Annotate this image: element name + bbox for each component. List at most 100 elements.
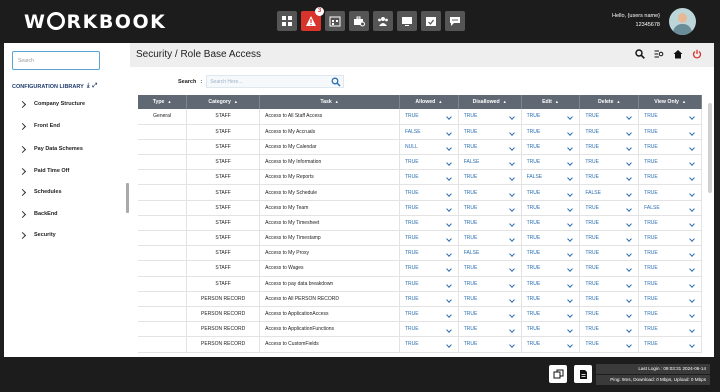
chevron-down-icon[interactable] xyxy=(689,175,695,182)
cell-allowed[interactable]: TRUE xyxy=(399,260,459,277)
sort-icon[interactable]: ▲ xyxy=(555,99,559,104)
filter-list-icon[interactable] xyxy=(654,49,664,59)
power-icon[interactable] xyxy=(692,49,702,59)
chevron-down-icon[interactable] xyxy=(689,297,695,303)
chevron-down-icon[interactable] xyxy=(689,281,695,288)
cell-disallowed[interactable]: TRUE xyxy=(458,230,522,247)
chevron-down-icon[interactable] xyxy=(567,327,574,334)
avatar[interactable] xyxy=(669,8,696,35)
sort-icon[interactable]: ▲ xyxy=(503,99,507,104)
chevron-down-icon[interactable] xyxy=(567,175,574,182)
chevron-down-icon[interactable] xyxy=(626,236,632,242)
search-icon[interactable] xyxy=(331,77,341,87)
chevron-down-icon[interactable] xyxy=(689,160,695,166)
cell-allowed[interactable]: TRUE xyxy=(399,276,459,292)
cell-allowed[interactable]: TRUE xyxy=(399,321,459,338)
cell-allowed[interactable]: TRUE xyxy=(399,184,459,201)
chevron-down-icon[interactable] xyxy=(508,221,515,227)
chevron-down-icon[interactable] xyxy=(689,145,695,151)
cell-allowed[interactable]: TRUE xyxy=(399,336,459,353)
cell-disallowed[interactable]: FALSE xyxy=(458,245,522,262)
cell-allowed[interactable]: TRUE xyxy=(399,245,459,262)
cell-edit[interactable]: TRUE xyxy=(521,230,581,247)
cell-allowed[interactable]: TRUE xyxy=(399,169,459,186)
column-header-type[interactable]: Type ▲ xyxy=(138,95,188,109)
cell-delete[interactable]: TRUE xyxy=(579,336,640,353)
workbook-logo[interactable]: W RKBOOK xyxy=(24,11,166,33)
cell-allowed[interactable]: TRUE xyxy=(399,109,459,125)
cell-disallowed[interactable]: TRUE xyxy=(458,184,522,201)
chevron-down-icon[interactable] xyxy=(689,327,695,334)
briefcase-gear-icon[interactable] xyxy=(349,11,369,31)
chevron-down-icon[interactable] xyxy=(445,114,452,121)
chevron-down-icon[interactable] xyxy=(567,160,574,166)
cell-edit[interactable]: TRUE xyxy=(521,321,581,338)
chevron-down-icon[interactable] xyxy=(508,114,515,121)
cell-disallowed[interactable]: TRUE xyxy=(458,306,522,323)
chevron-down-icon[interactable] xyxy=(445,175,452,182)
cell-edit[interactable]: TRUE xyxy=(521,124,581,140)
chat-icon[interactable] xyxy=(445,11,465,31)
chevron-down-icon[interactable] xyxy=(567,251,574,258)
cell-delete[interactable]: TRUE xyxy=(579,276,640,292)
sort-icon[interactable]: ▲ xyxy=(234,99,238,104)
cell-edit[interactable]: TRUE xyxy=(521,109,581,125)
chevron-down-icon[interactable] xyxy=(626,145,632,151)
cell-disallowed[interactable]: TRUE xyxy=(458,260,522,277)
cell-edit[interactable]: TRUE xyxy=(521,245,581,262)
cell-view-only[interactable]: TRUE xyxy=(638,336,702,353)
cell-allowed[interactable]: NULL xyxy=(399,139,459,156)
sidebar-item-company-structure[interactable]: Company Structure xyxy=(18,100,85,108)
cell-delete[interactable]: TRUE xyxy=(579,230,640,247)
chevron-down-icon[interactable] xyxy=(689,236,695,242)
cell-edit[interactable]: TRUE xyxy=(521,260,581,277)
cell-delete[interactable]: TRUE xyxy=(579,215,640,232)
chevron-down-icon[interactable] xyxy=(445,312,452,318)
column-header-view-only[interactable]: View Only ▲ xyxy=(638,95,702,109)
calendar-grid-icon[interactable] xyxy=(325,11,345,31)
chevron-down-icon[interactable] xyxy=(508,175,515,182)
cell-allowed[interactable]: TRUE xyxy=(399,291,459,307)
cell-view-only[interactable]: TRUE xyxy=(638,276,702,292)
cell-allowed[interactable]: FALSE xyxy=(399,124,459,140)
cell-disallowed[interactable]: TRUE xyxy=(458,200,522,216)
chevron-down-icon[interactable] xyxy=(626,205,632,212)
chevron-down-icon[interactable] xyxy=(689,221,695,227)
chevron-down-icon[interactable] xyxy=(508,297,515,303)
sidebar-search-input[interactable]: Search xyxy=(12,51,100,70)
column-header-edit[interactable]: Edit ▲ xyxy=(521,95,581,109)
chevron-down-icon[interactable] xyxy=(567,129,574,136)
chevron-down-icon[interactable] xyxy=(567,236,574,242)
chevron-down-icon[interactable] xyxy=(445,160,452,166)
chevron-down-icon[interactable] xyxy=(567,205,574,212)
expand-icon[interactable]: ⤢ xyxy=(92,83,97,90)
team-icon[interactable] xyxy=(373,11,393,31)
chevron-down-icon[interactable] xyxy=(508,342,515,349)
cell-delete[interactable]: TRUE xyxy=(579,291,640,307)
chevron-down-icon[interactable] xyxy=(626,175,632,182)
chevron-down-icon[interactable] xyxy=(567,114,574,121)
column-header-allowed[interactable]: Allowed ▲ xyxy=(399,95,459,109)
chevron-down-icon[interactable] xyxy=(626,342,632,349)
sidebar-item-schedules[interactable]: Schedules xyxy=(18,188,62,196)
cell-allowed[interactable]: TRUE xyxy=(399,154,459,171)
cell-view-only[interactable]: TRUE xyxy=(638,321,702,338)
cell-delete[interactable]: TRUE xyxy=(579,139,640,156)
column-header-disallowed[interactable]: Disallowed ▲ xyxy=(458,95,522,109)
table-scrollbar[interactable] xyxy=(708,103,712,193)
chevron-down-icon[interactable] xyxy=(689,342,695,349)
chevron-down-icon[interactable] xyxy=(567,145,574,151)
chevron-down-icon[interactable] xyxy=(445,236,452,242)
chevron-down-icon[interactable] xyxy=(567,342,574,349)
cell-view-only[interactable]: FALSE xyxy=(638,200,702,216)
chevron-down-icon[interactable] xyxy=(445,342,452,349)
chevron-down-icon[interactable] xyxy=(508,205,515,212)
cell-disallowed[interactable]: FALSE xyxy=(458,154,522,171)
monitor-icon[interactable] xyxy=(397,11,417,31)
cell-delete[interactable]: TRUE xyxy=(579,154,640,171)
chevron-down-icon[interactable] xyxy=(567,190,574,197)
chevron-down-icon[interactable] xyxy=(626,190,632,197)
chevron-down-icon[interactable] xyxy=(445,297,452,303)
cell-view-only[interactable]: TRUE xyxy=(638,124,702,140)
cell-edit[interactable]: TRUE xyxy=(521,306,581,323)
